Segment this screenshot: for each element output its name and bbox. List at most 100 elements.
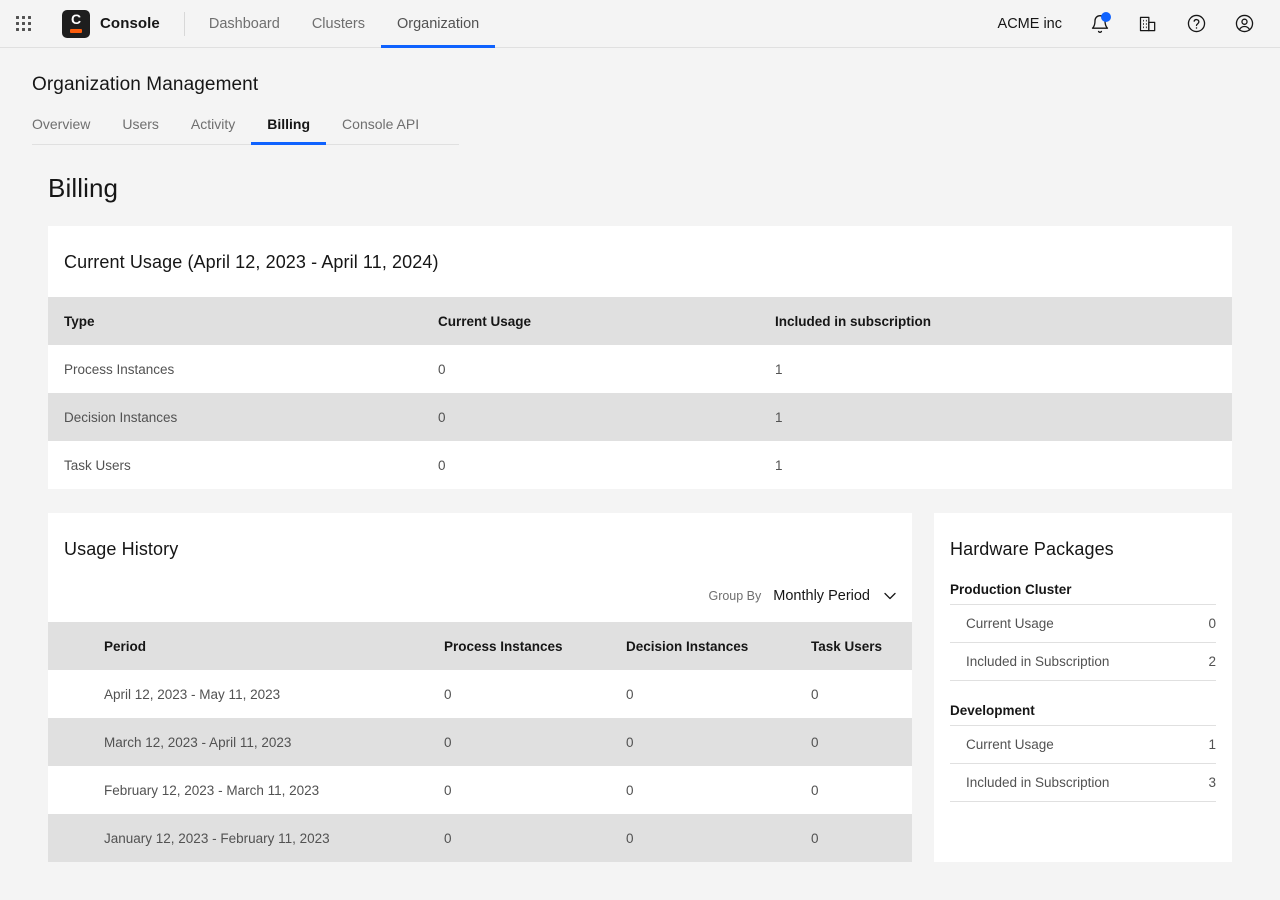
page-content: Billing Current Usage (April 12, 2023 - … <box>0 173 1280 862</box>
cell-decision-instances: 0 <box>610 766 795 814</box>
hardware-row-value: 0 <box>1208 616 1216 631</box>
nav-item-dashboard[interactable]: Dashboard <box>193 0 296 48</box>
tab-overview[interactable]: Overview <box>32 116 106 144</box>
tab-console-api[interactable]: Console API <box>326 116 435 144</box>
topbar-actions: ACME inc <box>984 0 1268 48</box>
tab-label: Activity <box>191 116 235 132</box>
cell-task-users: 0 <box>795 766 912 814</box>
nav-divider <box>184 12 185 36</box>
hardware-row-label: Current Usage <box>966 616 1054 631</box>
chevron-down-icon <box>884 592 896 600</box>
group-by-value: Monthly Period <box>773 588 870 604</box>
notification-badge-dot <box>1101 12 1111 22</box>
cell-task-users: 0 <box>795 814 912 862</box>
cell-included: 1 <box>759 441 1232 489</box>
cell-type: Process Instances <box>48 345 422 393</box>
help-button[interactable] <box>1172 0 1220 48</box>
hardware-group-name: Production Cluster <box>950 582 1216 605</box>
usage-history-header: Usage History <box>48 513 912 560</box>
cell-included: 1 <box>759 345 1232 393</box>
table-header-row: Type Current Usage Included in subscript… <box>48 297 1232 345</box>
column-header-decision-instances[interactable]: Decision Instances <box>610 622 795 670</box>
hardware-row: Included in Subscription 3 <box>950 764 1216 802</box>
hardware-row-label: Included in Subscription <box>966 654 1109 669</box>
cell-decision-instances: 0 <box>610 718 795 766</box>
cell-period: April 12, 2023 - May 11, 2023 <box>48 670 428 718</box>
hardware-row-value: 2 <box>1208 654 1216 669</box>
column-header-included[interactable]: Included in subscription <box>759 297 1232 345</box>
table-row: Decision Instances 0 1 <box>48 393 1232 441</box>
page-title: Organization Management <box>32 74 1248 96</box>
user-account-button[interactable] <box>1220 0 1268 48</box>
table-row: February 12, 2023 - March 11, 2023 0 0 0 <box>48 766 912 814</box>
tab-activity[interactable]: Activity <box>175 116 251 144</box>
hardware-row-value: 3 <box>1208 775 1216 790</box>
tab-label: Users <box>122 116 159 132</box>
column-header-process-instances[interactable]: Process Instances <box>428 622 610 670</box>
help-question-icon <box>1186 13 1207 34</box>
hardware-row: Included in Subscription 2 <box>950 643 1216 681</box>
cell-type: Decision Instances <box>48 393 422 441</box>
organization-name[interactable]: ACME inc <box>984 16 1076 32</box>
group-by-label: Group By <box>708 589 761 603</box>
column-header-type[interactable]: Type <box>48 297 422 345</box>
table-row: April 12, 2023 - May 11, 2023 0 0 0 <box>48 670 912 718</box>
hardware-group-name: Development <box>950 703 1216 726</box>
notifications-button[interactable] <box>1076 0 1124 48</box>
section-tabs: Overview Users Activity Billing Console … <box>32 116 459 145</box>
nav-item-label: Clusters <box>312 16 365 32</box>
hardware-row: Current Usage 0 <box>950 605 1216 643</box>
cell-period: March 12, 2023 - April 11, 2023 <box>48 718 428 766</box>
hardware-group-spacer <box>950 681 1216 703</box>
camunda-logo-icon: C <box>62 10 90 38</box>
hardware-package-group-development: Development Current Usage 1 Included in … <box>950 703 1216 802</box>
cell-decision-instances: 0 <box>610 670 795 718</box>
cell-decision-instances: 0 <box>610 814 795 862</box>
nav-item-label: Organization <box>397 16 479 32</box>
tab-label: Overview <box>32 116 90 132</box>
primary-nav: Dashboard Clusters Organization <box>193 0 495 48</box>
cell-process-instances: 0 <box>428 766 610 814</box>
tab-label: Console API <box>342 116 419 132</box>
logo-accent-bar <box>70 29 82 33</box>
cell-period: January 12, 2023 - February 11, 2023 <box>48 814 428 862</box>
tab-label: Billing <box>267 116 310 132</box>
column-header-task-users[interactable]: Task Users <box>795 622 912 670</box>
cell-included: 1 <box>759 393 1232 441</box>
hardware-row-label: Current Usage <box>966 737 1054 752</box>
brand-home-link[interactable]: C Console <box>48 10 160 38</box>
nav-item-label: Dashboard <box>209 16 280 32</box>
cell-task-users: 0 <box>795 718 912 766</box>
cell-process-instances: 0 <box>428 718 610 766</box>
group-by-dropdown[interactable]: Monthly Period <box>773 588 896 604</box>
usage-history-title: Usage History <box>64 539 896 560</box>
nav-item-organization[interactable]: Organization <box>381 0 495 48</box>
app-launcher-button[interactable] <box>0 0 48 48</box>
cell-process-instances: 0 <box>428 670 610 718</box>
table-row: Process Instances 0 1 <box>48 345 1232 393</box>
page-header: Organization Management Overview Users A… <box>0 48 1280 145</box>
cell-current-usage: 0 <box>422 393 759 441</box>
organization-switch-button[interactable] <box>1124 0 1172 48</box>
tab-billing[interactable]: Billing <box>251 116 326 144</box>
column-header-current-usage[interactable]: Current Usage <box>422 297 759 345</box>
current-usage-card: Current Usage (April 12, 2023 - April 11… <box>48 226 1232 489</box>
billing-lower-section: Usage History Group By Monthly Period Pe… <box>48 513 1232 862</box>
cell-current-usage: 0 <box>422 345 759 393</box>
cell-task-users: 0 <box>795 670 912 718</box>
usage-history-card: Usage History Group By Monthly Period Pe… <box>48 513 912 862</box>
table-row: Task Users 0 1 <box>48 441 1232 489</box>
cell-current-usage: 0 <box>422 441 759 489</box>
top-navigation-bar: C Console Dashboard Clusters Organizatio… <box>0 0 1280 48</box>
hardware-row-value: 1 <box>1208 737 1216 752</box>
hardware-packages-card: Hardware Packages Production Cluster Cur… <box>934 513 1232 862</box>
current-usage-card-title: Current Usage (April 12, 2023 - April 11… <box>48 226 1232 297</box>
column-header-period[interactable]: Period <box>48 622 428 670</box>
grid-apps-icon <box>16 16 32 32</box>
tab-users[interactable]: Users <box>106 116 175 144</box>
logo-letter: C <box>62 12 90 27</box>
table-row: January 12, 2023 - February 11, 2023 0 0… <box>48 814 912 862</box>
table-row: March 12, 2023 - April 11, 2023 0 0 0 <box>48 718 912 766</box>
hardware-package-group-production: Production Cluster Current Usage 0 Inclu… <box>950 582 1216 681</box>
nav-item-clusters[interactable]: Clusters <box>296 0 381 48</box>
